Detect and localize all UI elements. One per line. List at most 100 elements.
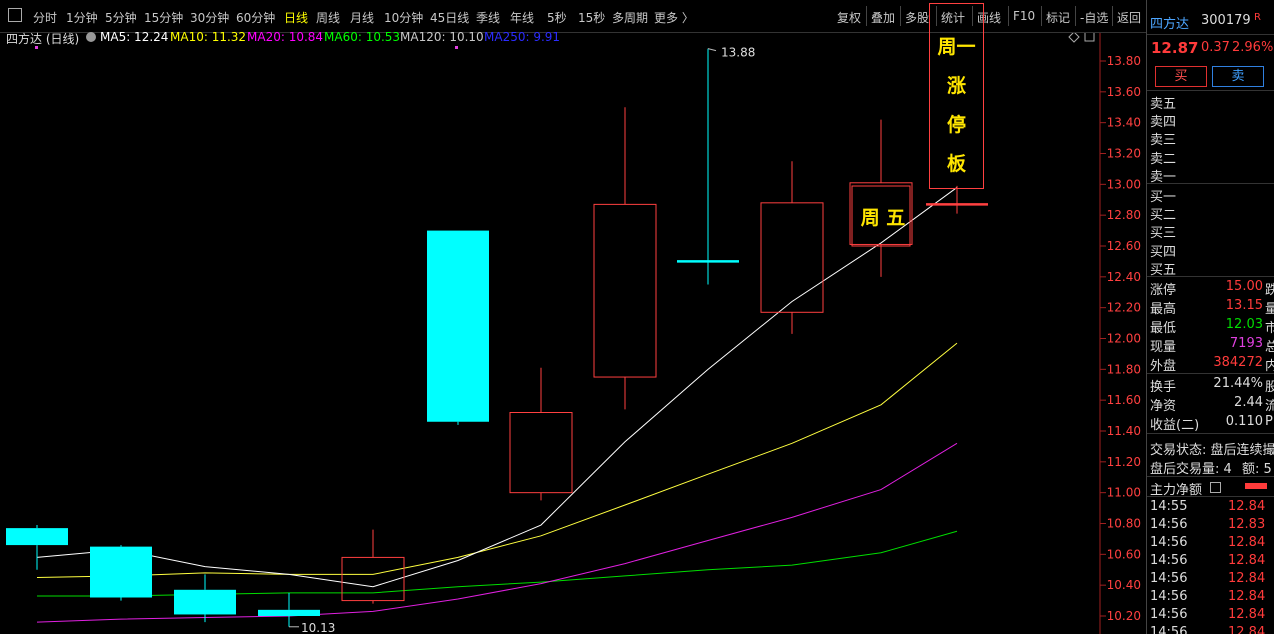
toolbar-divider	[1041, 6, 1042, 26]
stat-label-0: 涨停	[1150, 283, 1177, 298]
toolbar-divider	[900, 6, 901, 26]
period-tab-16[interactable]: 更多 〉	[654, 9, 694, 26]
y-tick-label: 10.60	[1107, 547, 1141, 561]
period-tab-10[interactable]: 45日线	[430, 9, 469, 26]
tool-button-1[interactable]: 叠加	[871, 9, 895, 26]
tick-price-5: 12.84	[1228, 589, 1266, 604]
orderbook-bids-3: 买四	[1150, 244, 1177, 260]
tick-time-4: 14:56	[1150, 571, 1188, 586]
period-tab-5[interactable]: 60分钟	[236, 9, 275, 26]
sell-button[interactable]: 卖	[1212, 66, 1264, 87]
tick-price-2: 12.84	[1228, 535, 1266, 550]
chart-title: 四方达 (日线)	[6, 32, 80, 46]
y-tick-label: 11.20	[1107, 455, 1141, 469]
candle-body	[593, 203, 657, 378]
fin-suffix-2: P	[1265, 414, 1273, 429]
tool-button-6[interactable]: 标记	[1046, 9, 1070, 26]
tool-button-8[interactable]: 返回	[1117, 9, 1141, 26]
legend-marker	[455, 46, 458, 49]
period-tab-9[interactable]: 10分钟	[384, 9, 423, 26]
stat-value-1: 13.15	[1225, 298, 1263, 313]
orderbook-asks-2: 卖三	[1150, 133, 1177, 149]
tool-button-5[interactable]: F10	[1013, 9, 1035, 23]
stat-value-0: 15.00	[1225, 279, 1263, 294]
toolbar-divider	[1008, 6, 1009, 26]
tool-button-2[interactable]: 多股	[905, 9, 929, 26]
period-tab-15[interactable]: 多周期	[612, 9, 648, 26]
y-tick-label: 12.80	[1107, 208, 1141, 222]
tool-button-7[interactable]: -自选	[1080, 9, 1108, 26]
stat-suffix-1: 量	[1265, 298, 1274, 317]
period-tab-12[interactable]: 年线	[510, 9, 534, 26]
period-tab-0[interactable]: 分时	[33, 9, 57, 26]
layout-icon[interactable]	[8, 8, 22, 22]
tick-price-3: 12.84	[1228, 553, 1266, 568]
period-tab-7[interactable]: 周线	[316, 9, 340, 26]
annotation-limit-1: 涨	[946, 75, 966, 97]
price-change-pct: 2.96%	[1232, 40, 1274, 55]
candle-body	[174, 589, 236, 615]
period-tab-1[interactable]: 1分钟	[66, 9, 98, 26]
settings-icon[interactable]	[86, 32, 96, 42]
fin-label-1: 净资	[1150, 399, 1177, 414]
fin-value-1: 2.44	[1234, 395, 1263, 410]
stat-suffix-4: 内	[1265, 355, 1274, 374]
candle-body	[6, 528, 68, 546]
period-tab-4[interactable]: 30分钟	[190, 9, 229, 26]
fin-label-2: 收益(二)	[1150, 418, 1200, 433]
stat-suffix-0: 跌	[1265, 279, 1274, 298]
ma-label-5: MA250: 9.91	[484, 30, 561, 44]
y-tick-label: 13.60	[1107, 85, 1141, 99]
tick-time-0: 14:55	[1150, 499, 1188, 514]
tick-price-6: 12.84	[1228, 607, 1266, 622]
tick-price-7: 12.84	[1228, 625, 1266, 634]
toolbar-divider	[1075, 6, 1076, 26]
stock-flag: R	[1254, 12, 1261, 23]
y-tick-label: 10.80	[1107, 517, 1141, 531]
candle-body	[341, 556, 405, 602]
tick-time-7: 14:56	[1150, 625, 1188, 634]
annotation-friday: 周 五	[860, 207, 906, 229]
orderbook-bids-4: 买五	[1150, 262, 1177, 278]
last-price: 12.87	[1151, 39, 1199, 57]
annotation-monday-text: 周一	[937, 36, 976, 58]
tick-time-2: 14:56	[1150, 535, 1188, 550]
y-tick-label: 12.40	[1107, 270, 1141, 284]
y-tick-label: 10.20	[1107, 609, 1141, 623]
stock-code: 300179	[1201, 13, 1251, 28]
annotation-limit-2: 停	[946, 114, 966, 136]
period-tab-8[interactable]: 月线	[350, 9, 374, 26]
menu-icon[interactable]	[1210, 482, 1221, 493]
stat-label-2: 最低	[1150, 321, 1177, 336]
fin-suffix-1: 流	[1265, 395, 1274, 414]
orderbook-bids-0: 买一	[1150, 190, 1177, 205]
orderbook-asks-1: 卖四	[1150, 115, 1177, 131]
candle-body	[427, 230, 489, 422]
period-tab-13[interactable]: 5秒	[547, 9, 567, 26]
buy-button[interactable]: 买	[1155, 66, 1207, 87]
y-tick-label: 12.60	[1107, 239, 1141, 253]
tool-button-0[interactable]: 复权	[837, 9, 861, 26]
fin-value-2: 0.110	[1225, 414, 1263, 429]
ma5-line	[36, 187, 958, 588]
annotation-monday: 周一 涨 停 板	[929, 3, 984, 189]
orderbook-bids-2: 买三	[1150, 226, 1177, 242]
candle-body	[258, 609, 320, 616]
after-hours-amount: 额: 5	[1242, 462, 1272, 477]
stat-value-4: 384272	[1213, 355, 1263, 370]
y-tick-label: 13.20	[1107, 147, 1141, 161]
ma-label-1: MA10: 11.32	[170, 30, 247, 44]
stat-suffix-2: 市	[1265, 317, 1274, 336]
tick-price-1: 12.83	[1228, 517, 1266, 532]
high-label: 13.88	[721, 46, 755, 60]
candle-body	[760, 202, 824, 313]
period-tab-11[interactable]: 季线	[476, 9, 500, 26]
tick-time-6: 14:56	[1150, 607, 1188, 622]
orderbook-asks-3: 卖二	[1150, 151, 1177, 167]
period-tab-6[interactable]: 日线	[284, 9, 308, 26]
quote-panel: 四方达 300179 R 12.87 0.37 2.96% 买 卖 卖五 卖四 卖三…	[1146, 0, 1274, 634]
period-tab-3[interactable]: 15分钟	[144, 9, 183, 26]
period-tab-2[interactable]: 5分钟	[105, 9, 137, 26]
period-tab-14[interactable]: 15秒	[578, 9, 605, 26]
stock-name: 四方达	[1150, 17, 1190, 32]
